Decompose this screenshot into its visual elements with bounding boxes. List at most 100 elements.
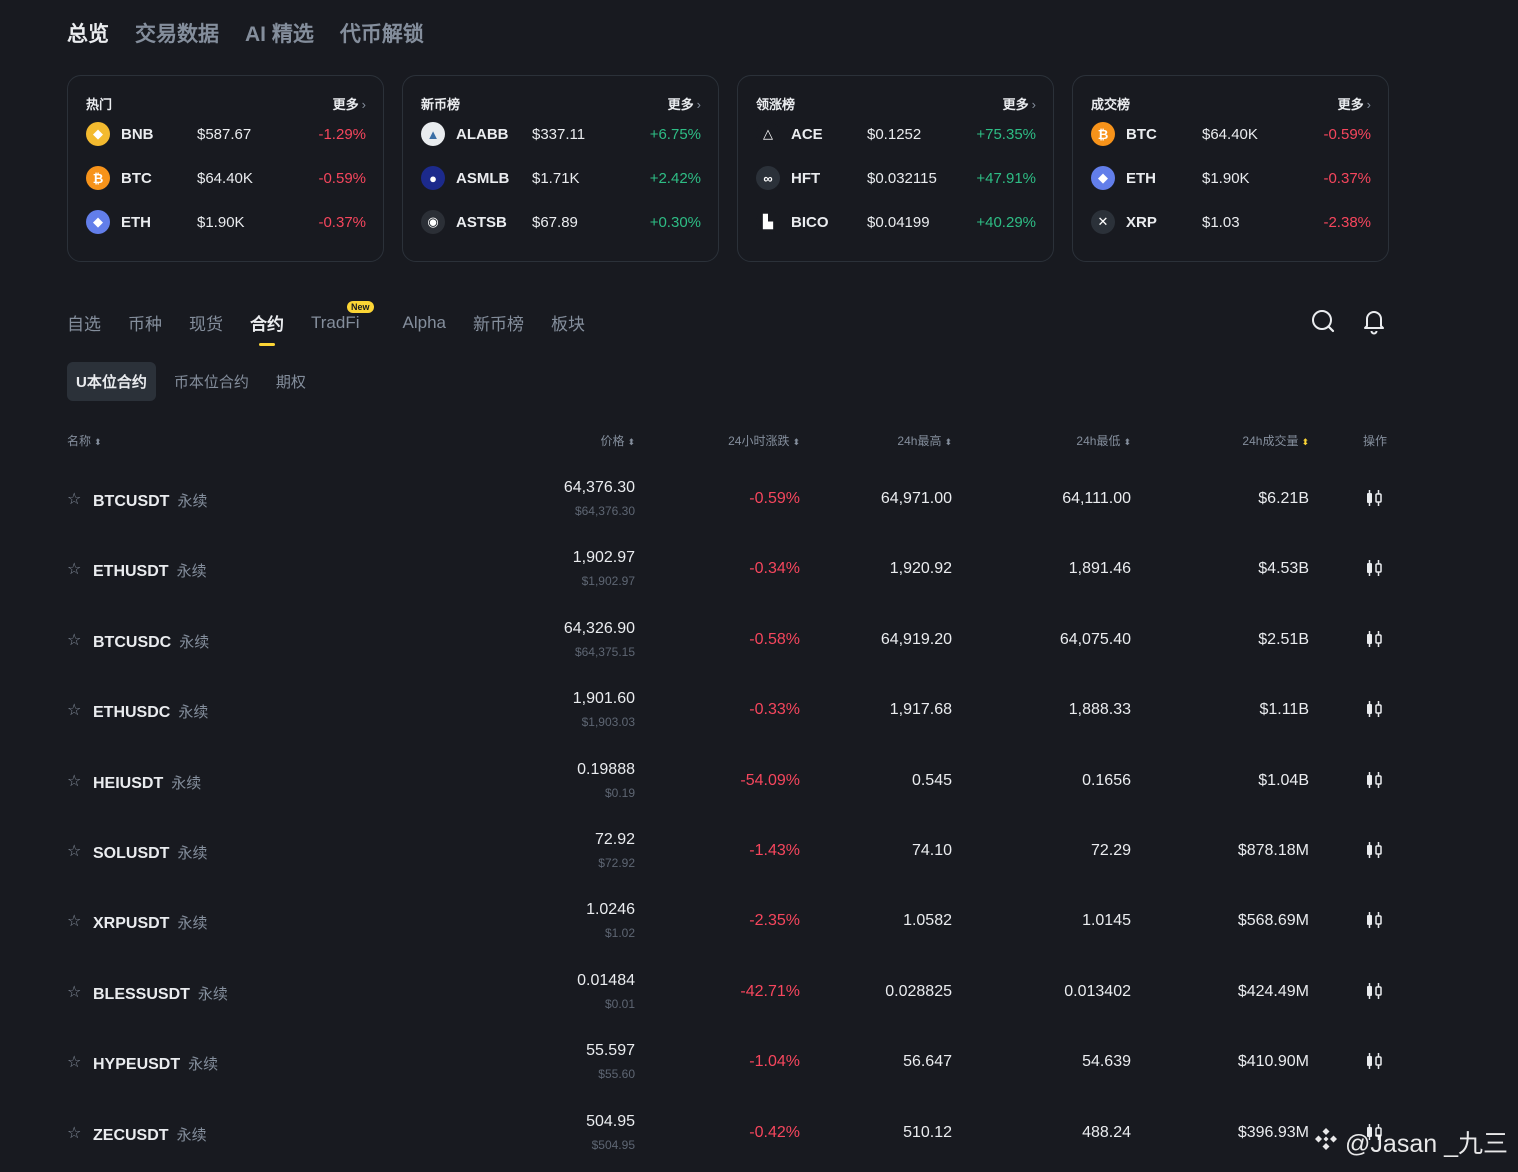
market-tabs: 自选 币种 现货 合约 TradFi New Alpha 新币榜 板块 [67, 300, 612, 335]
top-tab-trading-data[interactable]: 交易数据 [135, 18, 219, 48]
contract-symbol[interactable]: HEIUSDT 永续 [93, 772, 201, 793]
tab-new-listings[interactable]: 新币榜 [473, 310, 524, 335]
sort-icon: ⬍ [792, 437, 800, 447]
col-price[interactable]: 价格 ⬍ [600, 432, 635, 449]
xrp-icon: ✕ [1091, 210, 1115, 234]
card-row[interactable]: ◉ ASTSB $67.89 +0.30% [421, 200, 701, 244]
table-row[interactable]: ☆ BLESSUSDT 永续 0.01484 $0.01 -42.71% 0.02… [67, 956, 1387, 1026]
contract-symbol[interactable]: ETHUSDT 永续 [93, 560, 207, 581]
more-link[interactable]: 更多 › [668, 94, 701, 113]
contract-symbol[interactable]: BTCUSDT 永续 [93, 490, 207, 511]
tab-coins[interactable]: 币种 [128, 310, 162, 335]
more-link[interactable]: 更多 › [1338, 94, 1371, 113]
low-24h: 0.1656 [1082, 771, 1131, 789]
more-link[interactable]: 更多 › [333, 94, 366, 113]
card-row[interactable]: ◆ ETH $1.90K -0.37% [1091, 156, 1371, 200]
top-tab-overview[interactable]: 总览 [67, 18, 109, 48]
trade-icon[interactable] [1364, 700, 1384, 718]
trade-icon[interactable] [1364, 911, 1384, 929]
star-icon[interactable]: ☆ [67, 911, 81, 931]
star-icon[interactable]: ☆ [67, 489, 81, 509]
card-title: 热门 [86, 96, 113, 112]
trade-icon[interactable] [1364, 771, 1384, 789]
search-icon[interactable] [1308, 306, 1338, 336]
table-row[interactable]: ☆ HYPEUSDT 永续 55.597 $55.60 -1.04% 56.647… [67, 1026, 1387, 1096]
low-24h: 1,888.33 [1068, 701, 1131, 719]
tab-coinm-futures[interactable]: 币本位合约 [165, 362, 258, 401]
trade-icon[interactable] [1364, 1052, 1384, 1070]
table-row[interactable]: ☆ XRPUSDT 永续 1.0246 $1.02 -2.35% 1.0582 1… [67, 885, 1387, 955]
top-tab-token-unlock[interactable]: 代币解锁 [340, 18, 424, 48]
contract-symbol[interactable]: BLESSUSDT 永续 [93, 983, 228, 1004]
card-row[interactable]: ₿ BTC $64.40K -0.59% [1091, 112, 1371, 156]
trade-icon[interactable] [1364, 559, 1384, 577]
more-label: 更多 [1337, 96, 1364, 112]
col-name[interactable]: 名称 ⬍ [67, 432, 102, 449]
change-24h: -0.42% [749, 1123, 800, 1141]
col-low[interactable]: 24h最低 ⬍ [1076, 432, 1131, 449]
star-icon[interactable]: ☆ [67, 1052, 81, 1072]
col-low-label: 24h最低 [1076, 434, 1121, 448]
contract-symbol[interactable]: ZECUSDT 永续 [93, 1124, 207, 1145]
table-row[interactable]: ☆ ZECUSDT 永续 504.95 $504.95 -0.42% 510.12… [67, 1097, 1387, 1167]
contract-symbol[interactable]: BTCUSDC 永续 [93, 631, 209, 652]
trade-icon[interactable] [1364, 982, 1384, 1000]
col-volume[interactable]: 24h成交量 ⬍ [1242, 432, 1309, 449]
tab-alpha[interactable]: Alpha [403, 313, 446, 333]
top-tab-ai-picks[interactable]: AI 精选 [245, 18, 314, 48]
card-row[interactable]: ₿ BTC $64.40K -0.59% [86, 156, 366, 200]
card-price: $337.11 [532, 125, 586, 143]
table-row[interactable]: ☆ ETHUSDT 永续 1,902.97 $1,902.97 -0.34% 1,… [67, 533, 1387, 603]
contract-symbol[interactable]: SOLUSDT 永续 [93, 842, 207, 863]
high-24h: 0.028825 [885, 982, 952, 1000]
contract-symbol[interactable]: ETHUSDC 永续 [93, 701, 208, 722]
chevron-right-icon: › [696, 96, 701, 112]
trade-icon[interactable] [1364, 841, 1384, 859]
trade-icon[interactable] [1364, 489, 1384, 507]
star-icon[interactable]: ☆ [67, 559, 81, 579]
tab-spot[interactable]: 现货 [189, 310, 223, 335]
card-change: -0.59% [318, 169, 366, 187]
card-row[interactable]: ∞ HFT $0.032115 +47.91% [756, 156, 1036, 200]
star-icon[interactable]: ☆ [67, 841, 81, 861]
card-title: 成交榜 [1091, 96, 1131, 112]
tab-favorites[interactable]: 自选 [67, 310, 101, 335]
card-row[interactable]: △ ACE $0.1252 +75.35% [756, 112, 1036, 156]
table-row[interactable]: ☆ HEIUSDT 永续 0.19888 $0.19 -54.09% 0.545 … [67, 745, 1387, 815]
tab-sectors[interactable]: 板块 [551, 310, 585, 335]
symbol-label: ZECUSDT [93, 1126, 169, 1144]
card-row[interactable]: ▲ ALABB $337.11 +6.75% [421, 112, 701, 156]
card-row[interactable]: ◆ BNB $587.67 -1.29% [86, 112, 366, 156]
tab-tradfi[interactable]: TradFi New [311, 300, 374, 333]
table-row[interactable]: ☆ ETHUSDC 永续 1,901.60 $1,903.03 -0.33% 1,… [67, 674, 1387, 744]
symbol-label: BTCUSDT [93, 493, 170, 510]
tab-usdm-futures[interactable]: U本位合约 [67, 362, 156, 401]
star-icon[interactable]: ☆ [67, 771, 81, 791]
star-icon[interactable]: ☆ [67, 1123, 81, 1143]
star-icon[interactable]: ☆ [67, 630, 81, 650]
card-row[interactable]: ● ASMLB $1.71K +2.42% [421, 156, 701, 200]
card-row[interactable]: ◆ ETH $1.90K -0.37% [86, 200, 366, 244]
contract-symbol[interactable]: XRPUSDT 永续 [93, 912, 207, 933]
card-row[interactable]: ✕ XRP $1.03 -2.38% [1091, 200, 1371, 244]
trade-icon[interactable] [1364, 630, 1384, 648]
star-icon[interactable]: ☆ [67, 982, 81, 1002]
table-row[interactable]: ☆ SOLUSDT 永续 72.92 $72.92 -1.43% 74.10 72… [67, 815, 1387, 885]
more-link[interactable]: 更多 › [1003, 94, 1036, 113]
sort-icon: ⬍ [627, 437, 635, 447]
symbol-label: HYPEUSDT [93, 1056, 181, 1074]
table-row[interactable]: ☆ BTCUSDC 永续 64,326.90 $64,375.15 -0.58% … [67, 604, 1387, 674]
col-high[interactable]: 24h最高 ⬍ [897, 432, 952, 449]
btc-icon: ₿ [86, 166, 110, 190]
tab-futures[interactable]: 合约 [250, 310, 284, 335]
tab-options[interactable]: 期权 [267, 362, 315, 401]
table-row[interactable]: ☆ BTCUSDT 永续 64,376.30 $64,376.30 -0.59% … [67, 463, 1387, 533]
contract-symbol[interactable]: HYPEUSDT 永续 [93, 1053, 218, 1074]
card-change: +75.35% [976, 125, 1036, 143]
low-24h: 64,111.00 [1062, 490, 1131, 507]
col-change[interactable]: 24小时涨跌 ⬍ [728, 432, 800, 449]
bell-icon[interactable] [1359, 306, 1389, 336]
star-icon[interactable]: ☆ [67, 700, 81, 720]
tab-tradfi-label: TradFi [311, 312, 360, 332]
card-row[interactable]: ▙ BICO $0.04199 +40.29% [756, 200, 1036, 244]
